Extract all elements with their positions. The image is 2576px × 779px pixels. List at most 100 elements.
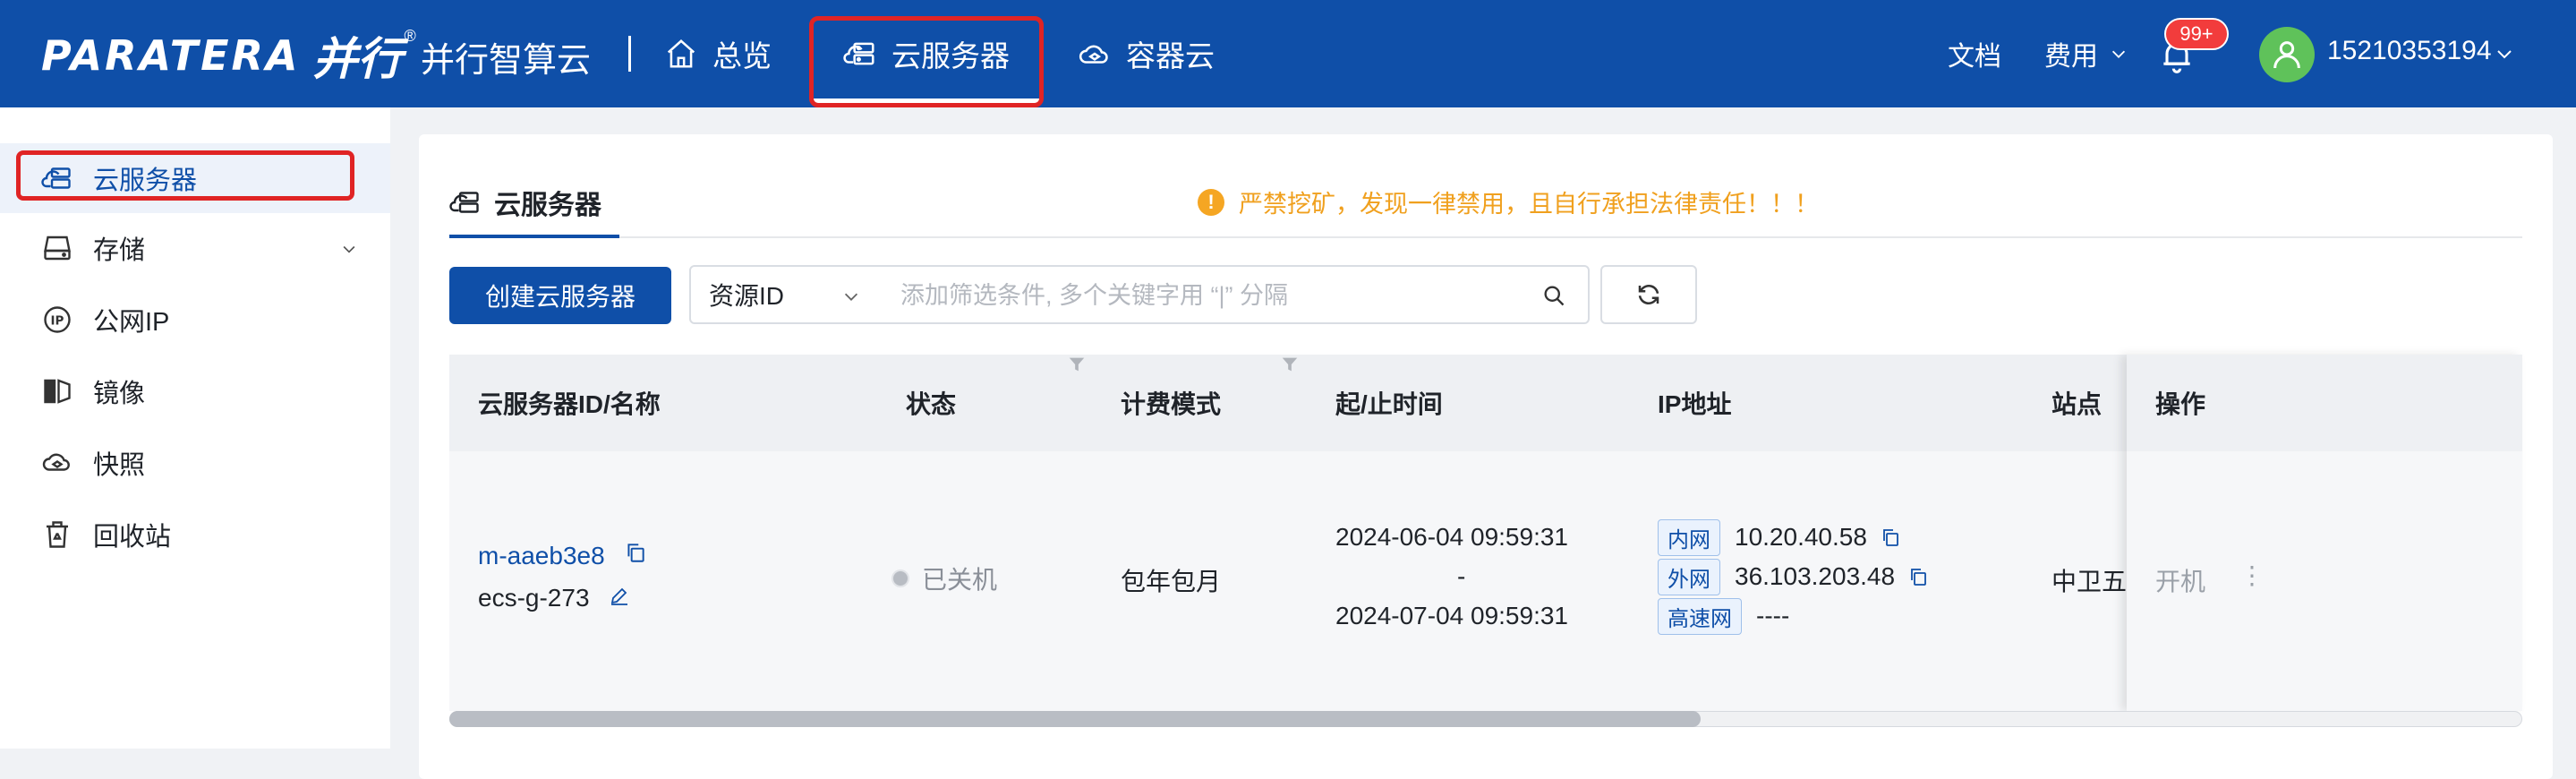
end-time: 2024-07-04 09:59:31 [1335, 602, 1568, 629]
ip-highspeed-value: ---- [1756, 602, 1790, 629]
start-time: 2024-06-04 09:59:31 [1335, 523, 1568, 551]
filter-funnel-icon[interactable] [1067, 355, 1087, 374]
filter-bar: 资源ID [689, 265, 1590, 324]
brand-logo[interactable]: PARATERA 并行 ® [41, 26, 416, 86]
search-icon[interactable] [1541, 283, 1566, 308]
ip-internal-value: 10.20.40.58 [1735, 523, 1867, 551]
filter-funnel-icon[interactable] [1280, 355, 1300, 374]
status-badge: 已关机 [891, 561, 997, 596]
product-name: 并行智算云 [421, 42, 592, 80]
sidebar: 云服务器 存储 IP 公网IP 镜像 快照 回收站 [0, 107, 390, 749]
fee-label: 费用 [2044, 42, 2098, 72]
ip-list: 内网 10.20.40.58 外网 36.103.203.48 高速网 ---- [1658, 518, 1929, 636]
recycle-bin-icon [47, 521, 68, 548]
edit-icon[interactable] [609, 585, 630, 606]
col-header-ip: IP地址 [1658, 390, 1732, 418]
create-cloud-server-button[interactable]: 创建云服务器 [449, 267, 671, 324]
sidebar-item-label: 公网IP [93, 308, 170, 337]
notification-badge: 99+ [2164, 18, 2229, 50]
nav-container-cloud[interactable]: 容器云 [1078, 0, 1215, 107]
username[interactable]: 15210353194 [2327, 36, 2492, 66]
storage-icon [44, 235, 71, 261]
tab-label: 云服务器 [494, 191, 601, 220]
tab-active-indicator [449, 235, 619, 238]
logo-cn-text: 并行 [312, 33, 403, 85]
site-value: 中卫五 [2051, 568, 2128, 595]
tab-divider [449, 236, 2522, 238]
chevron-down-icon[interactable] [2494, 43, 2515, 64]
chevron-down-icon[interactable] [841, 287, 861, 306]
time-separator: - [1457, 562, 1466, 590]
main-card: 云服务器 ! 严禁挖矿，发现一律禁用，且自行承担法律责任！！！ 创建云服务器 资… [419, 134, 2553, 779]
top-header: PARATERA 并行 ® 并行智算云 总览 云服务器 容器云 文档 费用 99… [0, 0, 2576, 107]
cloud-server-table: 云服务器ID/名称 状态 计费模式 起/止时间 IP地址 站点 m-aaeb3e… [449, 355, 2522, 731]
tab-cloud-server[interactable]: 云服务器 [449, 175, 601, 229]
col-header-id-name: 云服务器ID/名称 [478, 390, 661, 418]
ip-external-tag: 外网 [1658, 558, 1720, 595]
logo-text: PARATERA [41, 31, 301, 80]
snapshot-icon [42, 453, 70, 471]
warning-notice: ! 严禁挖矿，发现一律禁用，且自行承担法律责任！！！ [1198, 184, 1819, 219]
sidebar-item-image[interactable]: 镜像 [0, 356, 390, 426]
chevron-down-icon [2111, 50, 2126, 58]
copy-icon[interactable] [624, 541, 647, 564]
nav-overview[interactable]: 总览 [664, 0, 772, 107]
sidebar-item-snapshot[interactable]: 快照 [0, 428, 390, 498]
sidebar-item-storage[interactable]: 存储 [0, 213, 390, 283]
fee-menu[interactable]: 费用 [2044, 0, 2128, 107]
warning-icon: ! [1198, 188, 1224, 216]
header-divider [628, 36, 631, 72]
sidebar-item-label: 镜像 [93, 380, 146, 408]
operations-column: 操作 开机 ⋮ [2127, 355, 2522, 711]
sidebar-item-label: 快照 [93, 451, 146, 480]
container-cloud-icon [1079, 45, 1108, 64]
ip-icon: IP [44, 306, 71, 333]
sidebar-item-public-ip[interactable]: IP 公网IP [0, 285, 390, 355]
copy-icon[interactable] [1880, 526, 1901, 548]
col-header-operations-label: 操作 [2155, 390, 2206, 418]
horizontal-scrollbar-thumb[interactable] [449, 711, 1701, 727]
filter-field-select[interactable]: 资源ID [709, 267, 784, 322]
col-header-billing: 计费模式 [1121, 390, 1222, 418]
col-header-site: 站点 [2051, 390, 2103, 418]
refresh-button[interactable] [1600, 265, 1697, 324]
refresh-icon [1638, 285, 1659, 304]
nav-overview-label: 总览 [712, 39, 772, 73]
status-text: 已关机 [922, 566, 998, 594]
home-icon [667, 39, 695, 68]
chevron-down-icon [343, 245, 355, 253]
avatar[interactable] [2259, 27, 2315, 82]
ip-external-line: 外网 36.103.203.48 [1658, 557, 1929, 596]
svg-text:IP: IP [51, 313, 64, 328]
registered-mark: ® [404, 26, 416, 45]
billing-mode: 包年包月 [1121, 568, 1222, 595]
copy-icon[interactable] [1907, 566, 1929, 587]
col-header-status: 状态 [906, 390, 957, 418]
sidebar-highlight-box [16, 150, 354, 201]
ip-internal-line: 内网 10.20.40.58 [1658, 518, 1929, 557]
ip-internal-tag: 内网 [1658, 518, 1720, 556]
more-actions-icon[interactable]: ⋮ [2239, 561, 2265, 590]
sidebar-item-label: 存储 [93, 236, 146, 265]
status-dot-icon [891, 569, 909, 587]
cloud-server-icon [449, 192, 479, 213]
ip-highspeed-line: 高速网 ---- [1658, 596, 1929, 636]
image-icon [44, 379, 71, 404]
power-on-button[interactable]: 开机 [2155, 562, 2205, 598]
col-header-operations: 操作 [2127, 355, 2522, 451]
nav-container-cloud-label: 容器云 [1126, 39, 1215, 73]
server-id-link[interactable]: m-aaeb3e8 [478, 541, 647, 570]
warning-text: 严禁挖矿，发现一律禁用，且自行承担法律责任！！！ [1239, 191, 1819, 218]
server-id: m-aaeb3e8 [478, 542, 605, 569]
server-name: ecs-g-273 [478, 584, 630, 612]
filter-input[interactable] [899, 276, 1511, 315]
server-name-text: ecs-g-273 [478, 584, 590, 612]
ip-highspeed-tag: 高速网 [1658, 597, 1742, 635]
filter-field-value: 资源ID [709, 282, 785, 310]
user-icon [2273, 41, 2300, 69]
col-header-time: 起/止时间 [1335, 390, 1443, 418]
sidebar-item-label: 回收站 [93, 523, 172, 552]
docs-link[interactable]: 文档 [1948, 0, 2001, 107]
sidebar-item-recycle-bin[interactable]: 回收站 [0, 500, 390, 569]
ip-external-value: 36.103.203.48 [1735, 562, 1896, 590]
